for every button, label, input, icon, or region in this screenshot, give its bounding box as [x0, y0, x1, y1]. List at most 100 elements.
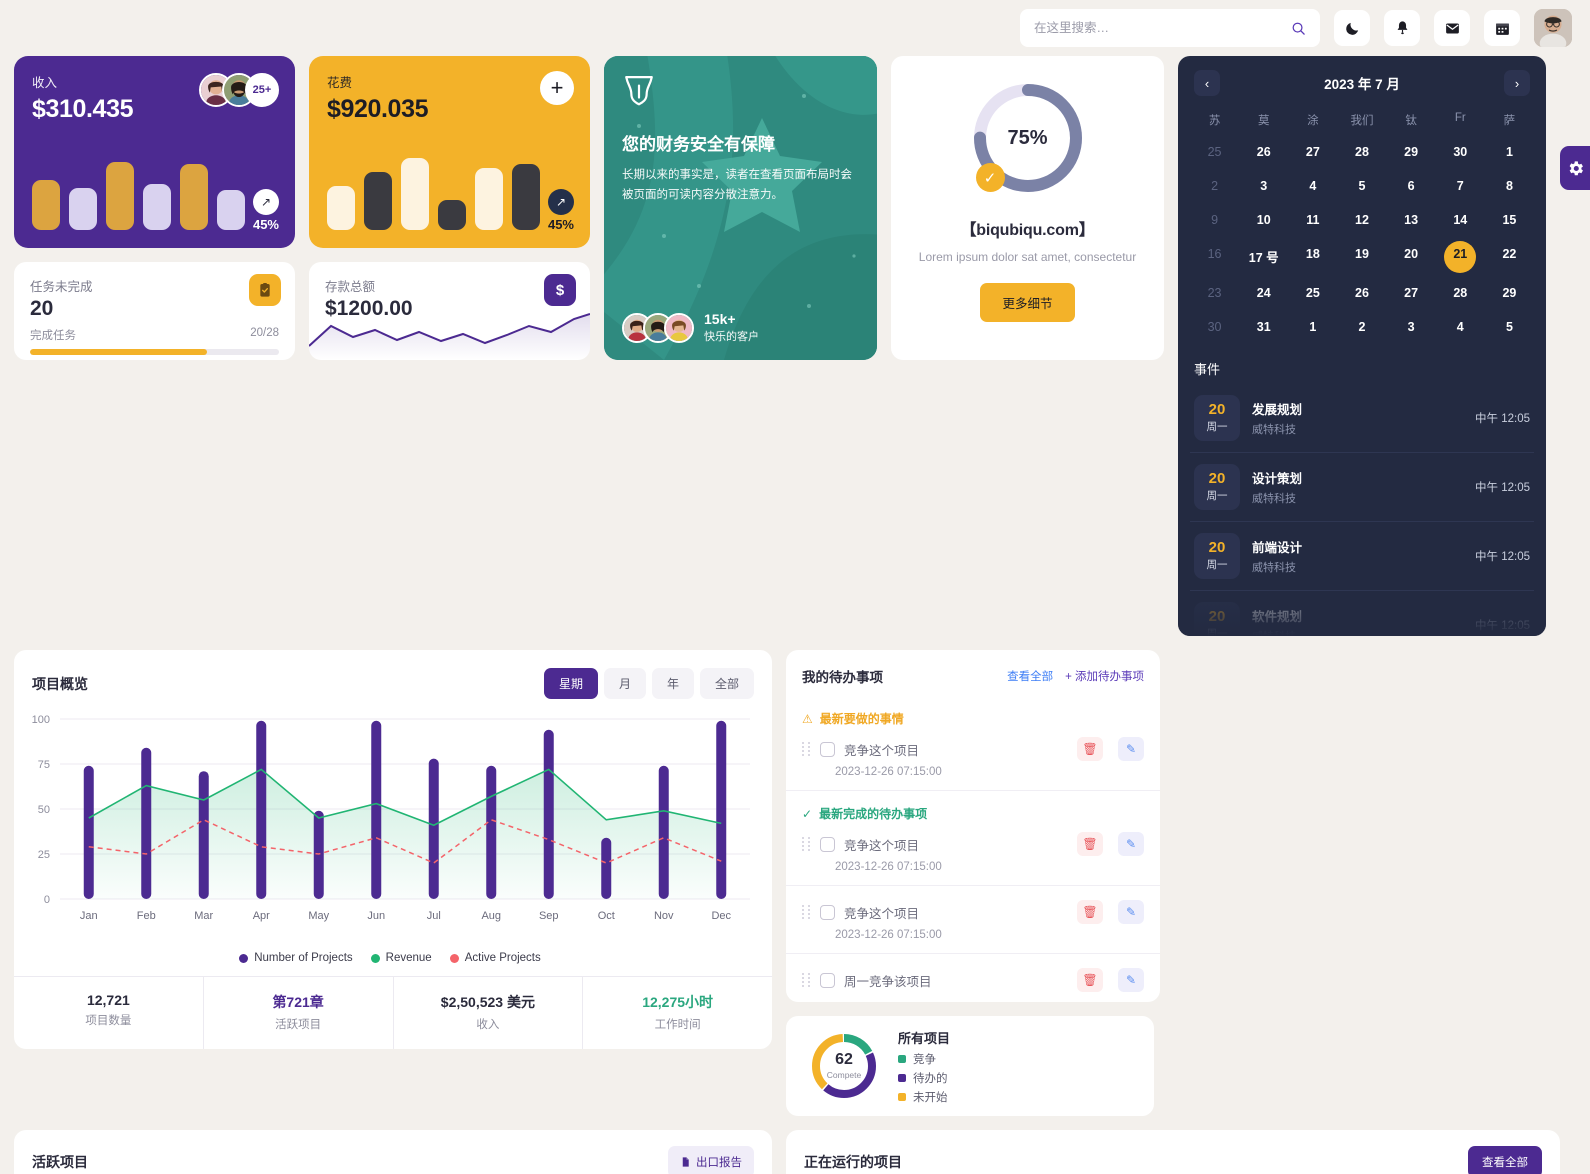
legend-item[interactable]: Revenue [370, 952, 432, 964]
legend-item[interactable]: Active Projects [449, 952, 541, 964]
chart-range-tab[interactable]: 月 [603, 668, 646, 699]
chart-range-tab[interactable]: 全部 [699, 668, 754, 699]
calendar-icon[interactable] [1494, 20, 1511, 37]
calendar-day[interactable]: 29 [1485, 277, 1534, 309]
calendar-day[interactable]: 22 [1485, 238, 1534, 275]
calendar-day[interactable]: 7 [1436, 170, 1485, 202]
calendar-day[interactable]: 5 [1337, 170, 1386, 202]
calendar-next-button[interactable]: › [1503, 70, 1530, 96]
todo-item[interactable]: 竞争这个项目 🗑 ✎ [802, 731, 1144, 761]
incomplete-tasks-number: 20 [30, 297, 54, 320]
calendar-day[interactable]: 13 [1387, 204, 1436, 236]
drag-handle-icon[interactable] [802, 837, 811, 851]
todo-checkbox[interactable] [820, 904, 835, 920]
search-icon[interactable] [1291, 21, 1306, 36]
messages-button[interactable] [1434, 10, 1470, 46]
promo-count-value: 15k+ [704, 311, 736, 327]
drag-handle-icon[interactable] [802, 905, 811, 919]
legend-swatch [239, 953, 249, 963]
calendar-day[interactable]: 26 [1239, 136, 1288, 168]
todo-item[interactable]: 竞争这个项目 🗑 ✎ [802, 826, 1144, 856]
calendar-day[interactable]: 10 [1239, 204, 1288, 236]
calendar-day[interactable]: 3 [1239, 170, 1288, 202]
delete-icon[interactable]: 🗑 [1077, 737, 1103, 761]
todo-item[interactable]: 周一竞争该项目 🗑 ✎ [802, 962, 1144, 992]
calendar-day[interactable]: 3 [1387, 311, 1436, 343]
calendar-day[interactable]: 31 [1239, 311, 1288, 343]
todo-checkbox[interactable] [820, 972, 835, 988]
calendar-day[interactable]: 25 [1190, 136, 1239, 168]
calendar-day[interactable]: 26 [1337, 277, 1386, 309]
calendar-day[interactable]: 30 [1190, 311, 1239, 343]
edit-icon[interactable]: ✎ [1118, 968, 1144, 992]
event-row[interactable]: 20 周一 发展规划 威特科技 中午 12:05 [1190, 384, 1534, 453]
legend-item[interactable]: Number of Projects [239, 952, 353, 964]
calendar-day[interactable]: 28 [1436, 277, 1485, 309]
todo-checkbox[interactable] [820, 741, 835, 757]
calendar-day-selected[interactable]: 21 [1436, 238, 1485, 275]
calendar-day[interactable]: 29 [1387, 136, 1436, 168]
calendar-day[interactable]: 1 [1485, 136, 1534, 168]
todo-checkbox[interactable] [820, 836, 835, 852]
calendar-day[interactable]: 23 [1190, 277, 1239, 309]
settings-tab-button[interactable] [1560, 146, 1590, 190]
chart-range-tab[interactable]: 星期 [543, 668, 598, 699]
delete-icon[interactable]: 🗑 [1077, 832, 1103, 856]
mail-icon[interactable] [1444, 20, 1461, 37]
calendar-day[interactable]: 25 [1288, 277, 1337, 309]
calendar-day[interactable]: 27 [1288, 136, 1337, 168]
todo-item[interactable]: 竞争这个项目 🗑 ✎ [802, 894, 1144, 924]
calendar-day[interactable]: 18 [1288, 238, 1337, 275]
calendar-day[interactable]: 2 [1190, 170, 1239, 202]
notifications-button[interactable] [1384, 10, 1420, 46]
gear-icon[interactable] [1566, 159, 1585, 178]
running-view-all-button[interactable]: 查看全部 [1468, 1146, 1542, 1174]
calendar-day[interactable]: 4 [1436, 311, 1485, 343]
calendar-day[interactable]: 2 [1337, 311, 1386, 343]
calendar-day[interactable]: 14 [1436, 204, 1485, 236]
calendar-day[interactable]: 6 [1387, 170, 1436, 202]
more-details-button[interactable]: 更多细节 [980, 283, 1075, 323]
donut-legend-item[interactable]: 未开始 [898, 1089, 950, 1105]
user-avatar[interactable] [1534, 9, 1572, 47]
calendar-day[interactable]: 24 [1239, 277, 1288, 309]
search-input[interactable] [1034, 21, 1283, 35]
calendar-day[interactable]: 4 [1288, 170, 1337, 202]
calendar-day[interactable]: 8 [1485, 170, 1534, 202]
calendar-day[interactable]: 19 [1337, 238, 1386, 275]
calendar-day[interactable]: 9 [1190, 204, 1239, 236]
dark-mode-button[interactable] [1334, 10, 1370, 46]
calendar-day[interactable]: 17 号 [1239, 238, 1288, 275]
calendar-day[interactable]: 28 [1337, 136, 1386, 168]
calendar-day[interactable]: 15 [1485, 204, 1534, 236]
todo-add-link[interactable]: + 添加待办事项 [1065, 668, 1144, 684]
calendar-day[interactable]: 27 [1387, 277, 1436, 309]
calendar-day[interactable]: 20 [1387, 238, 1436, 275]
edit-icon[interactable]: ✎ [1118, 900, 1144, 924]
donut-legend-item[interactable]: 竞争 [898, 1051, 950, 1067]
export-report-button[interactable]: 出口报告 [668, 1146, 754, 1174]
drag-handle-icon[interactable] [802, 742, 811, 756]
calendar-day[interactable]: 11 [1288, 204, 1337, 236]
calendar-day[interactable]: 16 [1190, 238, 1239, 275]
donut-legend-item[interactable]: 待办的 [898, 1070, 950, 1086]
add-expense-button[interactable]: + [540, 71, 574, 105]
bell-icon[interactable] [1394, 20, 1411, 37]
calendar-day[interactable]: 12 [1337, 204, 1386, 236]
edit-icon[interactable]: ✎ [1118, 737, 1144, 761]
search-box[interactable] [1020, 9, 1320, 47]
edit-icon[interactable]: ✎ [1118, 832, 1144, 856]
moon-icon[interactable] [1344, 20, 1361, 37]
todo-view-all-link[interactable]: 查看全部 [1007, 668, 1053, 684]
delete-icon[interactable]: 🗑 [1077, 968, 1103, 992]
calendar-prev-button[interactable]: ‹ [1194, 70, 1220, 96]
calendar-day[interactable]: 1 [1288, 311, 1337, 343]
event-row[interactable]: 20 周一 设计策划 威特科技 中午 12:05 [1190, 453, 1534, 522]
delete-icon[interactable]: 🗑 [1077, 900, 1103, 924]
event-row[interactable]: 20 周一 前端设计 威特科技 中午 12:05 [1190, 522, 1534, 591]
calendar-day[interactable]: 30 [1436, 136, 1485, 168]
chart-range-tab[interactable]: 年 [651, 668, 694, 699]
drag-handle-icon[interactable] [802, 973, 811, 987]
calendar-day[interactable]: 5 [1485, 311, 1534, 343]
calendar-button[interactable] [1484, 10, 1520, 46]
